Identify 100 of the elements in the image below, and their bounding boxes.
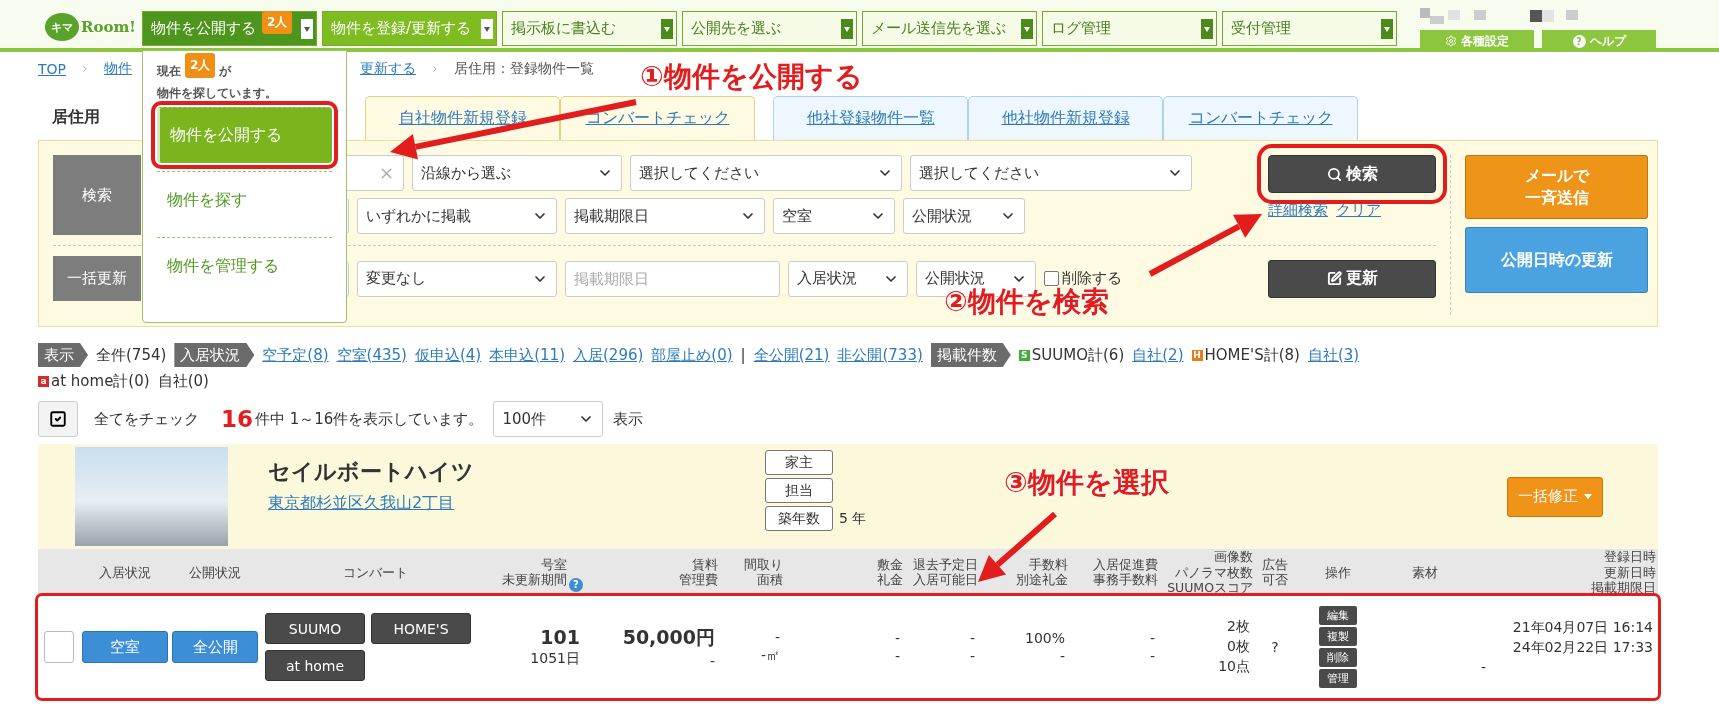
filter-link[interactable]: 仮申込(4): [414, 345, 482, 365]
check-all-button[interactable]: [38, 401, 78, 437]
tab[interactable]: コンバートチェック: [1163, 96, 1358, 140]
table-row[interactable]: 空室 全公開 SUUMO HOME'S at home 101 1051日 50,000円 - - -㎡ - - - - 100% - - - 2枚 0枚 10点 ? 編集 複製 削除 管理 21年04月07日 16:14 24年02月22日 17:33 -: [38, 596, 1658, 698]
table-cell: -: [894, 630, 900, 646]
portal-button[interactable]: SUUMO: [265, 613, 365, 644]
tab[interactable]: 他社物件新規登録: [968, 96, 1163, 140]
column-header: 画像数 パノラマ枚数 SUUMOスコア: [1167, 549, 1253, 596]
nav-menu-button[interactable]: 公開先を選ぶ: [682, 11, 857, 46]
select-field[interactable]: いずれかに掲載: [357, 198, 557, 234]
menu-item[interactable]: 物件を管理する: [157, 237, 332, 296]
table-cell: 0枚: [1227, 638, 1250, 656]
section-title: 居住用: [52, 106, 101, 128]
rent-amount: 50,000円: [622, 625, 715, 650]
select-field[interactable]: 変更なし: [357, 260, 557, 297]
filter-link[interactable]: 全公開(21): [753, 345, 830, 365]
count-text: SUUMO計(6): [1031, 345, 1125, 365]
filter-link[interactable]: 自社(3): [1307, 345, 1360, 365]
filter-label: 掲載件数: [930, 343, 1011, 367]
filter-label: 表示: [38, 343, 88, 367]
select-field[interactable]: 沿線から選ぶ: [412, 155, 622, 191]
annotation-text: ③物件を選択: [1004, 465, 1169, 501]
menu-item[interactable]: 物件を探す: [157, 171, 332, 230]
update-button[interactable]: 更新: [1268, 259, 1436, 298]
breadcrumb-link[interactable]: 物件: [104, 60, 132, 78]
action-button[interactable]: 削除: [1318, 648, 1357, 667]
select-field[interactable]: 選択してください: [630, 155, 902, 191]
filter-link[interactable]: 入居(296): [573, 345, 644, 365]
select-field[interactable]: 選択してください: [910, 155, 1192, 191]
chevron-icon: [80, 64, 90, 74]
table-cell: -: [1149, 630, 1155, 646]
filter-link[interactable]: 空予定(8): [262, 345, 329, 365]
info-value: 5 年: [839, 509, 867, 528]
nav-menu-button[interactable]: 受付管理: [1222, 11, 1397, 46]
link[interactable]: 詳細検索: [1268, 201, 1328, 220]
address-link[interactable]: 東京都杉並区久我山2丁目: [268, 493, 765, 514]
select-field[interactable]: 公開状況: [903, 198, 1025, 234]
column-header: 入居促進費 事務手数料: [1093, 556, 1158, 589]
filter-label: 入居状況: [174, 343, 255, 367]
column-header: 操作: [1324, 564, 1351, 581]
select-field[interactable]: 入居状況: [788, 260, 908, 297]
action-button[interactable]: 管理: [1318, 669, 1357, 688]
select-field[interactable]: 100件: [493, 401, 604, 437]
portal-button[interactable]: HOME'S: [371, 613, 471, 644]
publish-date-update-button[interactable]: 公開日時の更新: [1465, 227, 1648, 293]
link[interactable]: クリア: [1336, 201, 1381, 220]
select-field[interactable]: 空室: [773, 198, 895, 234]
action-button[interactable]: 編集: [1318, 606, 1357, 625]
property-name: セイルボートハイツ: [268, 458, 475, 486]
bulk-update-label: 一括更新: [53, 256, 141, 301]
action-button[interactable]: 複製: [1318, 627, 1357, 646]
portal-icon: H: [1191, 349, 1203, 361]
check-all-label: 全てをチェック: [94, 409, 199, 429]
breadcrumb-link[interactable]: 更新する: [360, 60, 416, 78]
help-icon[interactable]: ?: [569, 577, 583, 592]
caret-icon: [841, 18, 853, 39]
breadcrumb-link[interactable]: TOP: [38, 61, 66, 77]
divider-text: |: [740, 346, 746, 364]
select-field[interactable]: 掲載期限日: [565, 198, 765, 234]
nav-menu-button[interactable]: メール送信先を選ぶ: [862, 11, 1037, 46]
info-label: 家主: [765, 450, 833, 475]
table-cell: 24年02月22日 17:33: [1512, 639, 1653, 657]
column-header: 退去予定日 入居可能日: [913, 556, 978, 589]
nav-menu-button[interactable]: 掲示板に書込む: [502, 11, 677, 46]
column-header: 公開状況: [189, 564, 241, 581]
date-field[interactable]: 掲載期限日: [565, 260, 780, 297]
count-badge: 2人: [185, 53, 216, 79]
column-header: 登録日時 更新日時 掲載期限日: [1591, 549, 1656, 596]
filter-link[interactable]: 空室(435): [336, 345, 407, 365]
portal-icon: S: [1018, 349, 1030, 361]
tab[interactable]: 他社登録物件一覧: [773, 96, 968, 140]
nav-menu-button[interactable]: 物件を公開する 2人: [142, 11, 317, 46]
count-text: 自社(0): [157, 371, 209, 391]
info-label: 築年数: [765, 506, 833, 531]
table-cell: ?: [1271, 639, 1279, 655]
table-cell: -: [709, 653, 715, 669]
settings-icon: [1445, 35, 1457, 47]
portal-button[interactable]: at home: [265, 650, 365, 681]
filter-link[interactable]: 自社(2): [1132, 345, 1184, 365]
table-cell: 100%: [1024, 630, 1065, 646]
checkbox[interactable]: [44, 631, 74, 663]
count-text: at home計(0): [51, 371, 150, 391]
checkbox[interactable]: [1044, 271, 1059, 286]
occupancy-button[interactable]: 空室: [82, 631, 168, 663]
filter-link[interactable]: 非公開(733): [837, 345, 923, 365]
help-icon: ?: [1572, 34, 1586, 48]
nav-menu-button[interactable]: ログ管理: [1042, 11, 1217, 46]
table-cell: -: [1481, 659, 1487, 675]
menu-status-text: が: [219, 63, 232, 80]
column-header: 号室 未更新期間: [502, 556, 567, 589]
chevron-icon: [430, 64, 440, 74]
filter-link[interactable]: 部屋止め(0): [651, 345, 733, 365]
table-cell: -: [969, 630, 975, 646]
per-page-label: 表示: [613, 409, 644, 429]
tab[interactable]: コンバートチェック: [560, 96, 755, 140]
filter-link[interactable]: 本申込(11): [489, 345, 565, 365]
column-header: 賃料 管理費: [679, 556, 718, 589]
publication-button[interactable]: 全公開: [172, 631, 258, 663]
caret-icon: [661, 18, 673, 39]
menu-status-text: 現在: [157, 63, 181, 80]
